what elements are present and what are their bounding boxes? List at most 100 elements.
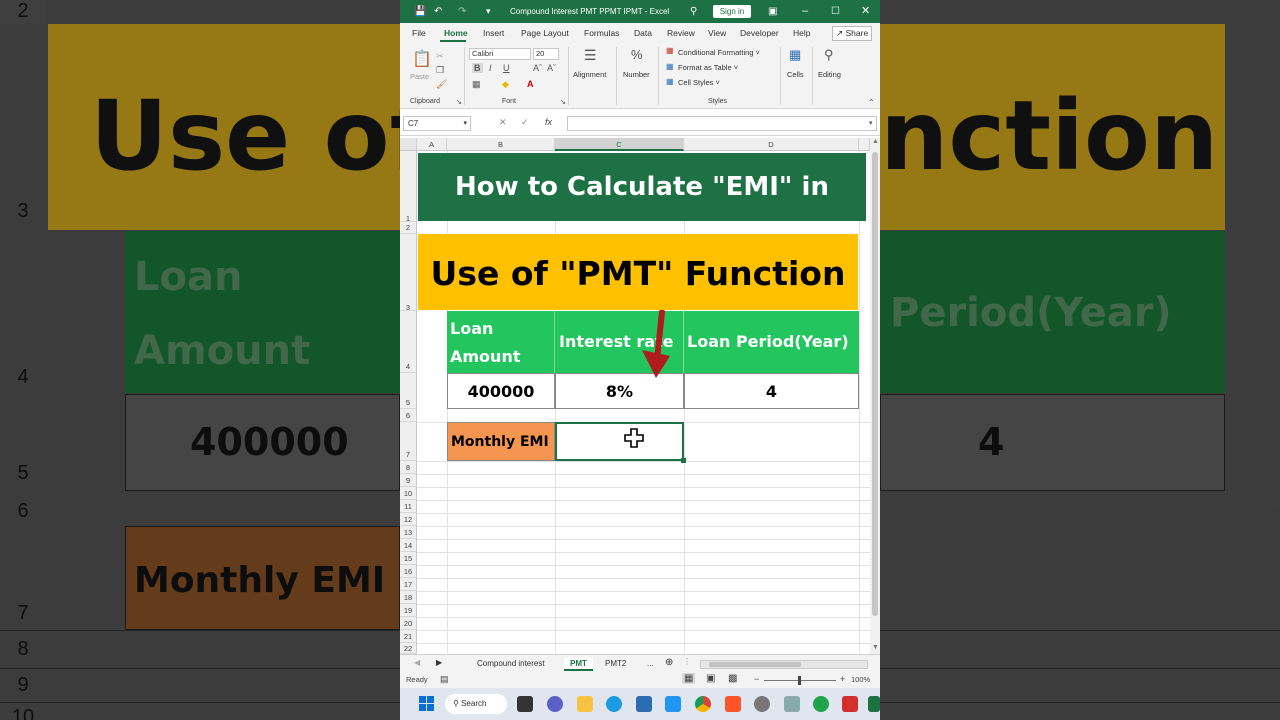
vertical-scrollbar[interactable]: ▲ ▼ bbox=[870, 138, 880, 654]
image-app-icon[interactable] bbox=[784, 696, 800, 712]
row-header[interactable]: 17 bbox=[400, 578, 417, 591]
row-header[interactable]: 6 bbox=[400, 409, 417, 422]
save-icon[interactable]: 💾 bbox=[414, 0, 426, 23]
close-icon[interactable]: ✕ bbox=[861, 0, 870, 23]
expand-formula-icon[interactable]: ▾ bbox=[869, 119, 873, 127]
copy-icon[interactable]: ❐ bbox=[436, 65, 444, 76]
cell-styles-icon[interactable]: ▦ bbox=[666, 77, 674, 86]
alignment-icon[interactable]: ☰ bbox=[584, 47, 597, 64]
cell-styles-button[interactable]: Cell Styles ˅ bbox=[678, 78, 720, 87]
bold-icon[interactable]: B bbox=[472, 63, 483, 73]
zoom-in-icon[interactable]: + bbox=[840, 674, 845, 684]
zoom-out-icon[interactable]: − bbox=[754, 674, 759, 684]
next-sheet-icon[interactable]: ▶ bbox=[436, 658, 442, 667]
conditional-formatting-icon[interactable]: ▦ bbox=[666, 46, 674, 55]
green-app-icon[interactable] bbox=[813, 696, 829, 712]
loan-amount-value[interactable]: 400000 bbox=[447, 373, 555, 409]
zoom-level[interactable]: 100% bbox=[851, 675, 870, 684]
font-size-box[interactable]: 20 bbox=[533, 48, 559, 60]
prev-sheet-icon[interactable]: ◀ bbox=[414, 658, 420, 667]
horizontal-scrollbar[interactable] bbox=[700, 660, 868, 669]
column-header-c[interactable]: C bbox=[555, 138, 684, 151]
red-app-icon[interactable] bbox=[842, 696, 858, 712]
minimize-icon[interactable]: – bbox=[802, 0, 808, 23]
normal-view-icon[interactable]: ▦ bbox=[682, 673, 696, 684]
row-header[interactable]: 21 bbox=[400, 630, 417, 643]
photos-icon[interactable] bbox=[665, 696, 681, 712]
row-header[interactable]: 14 bbox=[400, 539, 417, 552]
row-header[interactable]: 22 bbox=[400, 643, 417, 654]
search-icon[interactable]: ⚲ bbox=[690, 0, 697, 23]
tab-insert[interactable]: Insert bbox=[483, 28, 504, 38]
sheet-tab-pmt2[interactable]: PMT2 bbox=[599, 657, 632, 671]
row-header[interactable]: 4 bbox=[400, 311, 417, 373]
tab-splitter-icon[interactable]: ⋮ bbox=[683, 657, 691, 666]
italic-icon[interactable]: I bbox=[489, 63, 492, 73]
horizontal-scroll-thumb[interactable] bbox=[709, 662, 801, 667]
page-layout-view-icon[interactable]: ▣ bbox=[706, 673, 715, 684]
sheet-subtitle[interactable]: Use of "PMT" Function bbox=[418, 234, 858, 310]
row-header[interactable]: 2 bbox=[400, 222, 417, 234]
zoom-slider-thumb[interactable] bbox=[798, 676, 801, 685]
monthly-emi-label[interactable]: Monthly EMI bbox=[447, 422, 555, 461]
cells-icon[interactable]: ▦ bbox=[789, 47, 801, 63]
font-name-box[interactable]: Calibri bbox=[469, 48, 531, 60]
vertical-scroll-thumb[interactable] bbox=[872, 152, 878, 616]
taskbar-search[interactable]: ⚲ Search bbox=[445, 694, 507, 714]
tab-data[interactable]: Data bbox=[634, 28, 652, 38]
redo-icon[interactable]: ↷ bbox=[458, 0, 466, 23]
tab-review[interactable]: Review bbox=[667, 28, 695, 38]
format-as-table-button[interactable]: Format as Table ˅ bbox=[678, 63, 738, 72]
increase-font-icon[interactable]: Aˆ bbox=[533, 63, 542, 73]
row-header[interactable]: 3 bbox=[400, 234, 417, 312]
conditional-formatting-button[interactable]: Conditional Formatting ˅ bbox=[678, 48, 760, 57]
undo-icon[interactable]: ↶ bbox=[434, 0, 442, 23]
tab-view[interactable]: View bbox=[708, 28, 726, 38]
row-header[interactable]: 16 bbox=[400, 565, 417, 578]
row-header[interactable]: 15 bbox=[400, 552, 417, 565]
name-box-dropdown-icon[interactable]: ▾ bbox=[463, 117, 467, 130]
chat-icon[interactable] bbox=[547, 696, 563, 712]
sheet-tab-compound-interest[interactable]: Compound interest bbox=[471, 657, 551, 671]
cancel-icon[interactable]: ✕ bbox=[499, 117, 507, 128]
tab-page-layout[interactable]: Page Layout bbox=[521, 28, 569, 38]
start-icon[interactable] bbox=[419, 696, 435, 712]
row-header[interactable]: 9 bbox=[400, 474, 417, 487]
name-box[interactable]: C7 ▾ bbox=[403, 116, 471, 131]
customize-toolbar-icon[interactable]: ▾ bbox=[486, 0, 491, 23]
underline-icon[interactable]: U bbox=[503, 63, 510, 73]
tab-formulas[interactable]: Formulas bbox=[584, 28, 619, 38]
tab-developer[interactable]: Developer bbox=[740, 28, 779, 38]
ribbon-display-icon[interactable]: ▣ bbox=[768, 0, 777, 23]
accessibility-icon[interactable]: ▤ bbox=[440, 674, 449, 685]
store-icon[interactable] bbox=[636, 696, 652, 712]
paste-icon[interactable]: 📋 bbox=[412, 49, 432, 69]
row-header[interactable]: 11 bbox=[400, 500, 417, 513]
font-launcher-icon[interactable]: ↘ bbox=[560, 98, 566, 106]
tab-file[interactable]: File bbox=[412, 28, 426, 38]
settings-icon[interactable] bbox=[754, 696, 770, 712]
header-loan-period[interactable]: Loan Period(Year) bbox=[684, 311, 859, 373]
excel-taskbar-icon[interactable] bbox=[868, 696, 880, 712]
row-header[interactable]: 13 bbox=[400, 526, 417, 539]
worksheet-grid[interactable]: A B C D 1 2 3 4 5 6 7 8 9 10 11 12 13 14… bbox=[400, 138, 870, 654]
row-header[interactable]: 12 bbox=[400, 513, 417, 526]
scroll-down-icon[interactable]: ▼ bbox=[872, 644, 879, 651]
row-header[interactable]: 7 bbox=[400, 422, 417, 461]
decrease-font-icon[interactable]: Aˇ bbox=[547, 63, 556, 73]
task-view-icon[interactable] bbox=[517, 696, 533, 712]
borders-icon[interactable]: ▦ bbox=[472, 79, 481, 90]
formula-input[interactable] bbox=[567, 116, 877, 131]
column-header-d[interactable]: D bbox=[684, 138, 859, 151]
font-color-icon[interactable]: A bbox=[527, 79, 534, 89]
format-painter-icon[interactable]: 🖌 bbox=[436, 79, 447, 90]
more-sheets-button[interactable]: ... bbox=[641, 657, 660, 671]
edge-icon[interactable] bbox=[606, 696, 622, 712]
add-sheet-icon[interactable]: ⊕ bbox=[665, 657, 673, 668]
tab-help[interactable]: Help bbox=[793, 28, 810, 38]
scroll-up-icon[interactable]: ▲ bbox=[872, 138, 879, 145]
enter-icon[interactable]: ✓ bbox=[521, 117, 529, 128]
sheet-title[interactable]: How to Calculate "EMI" in Excel bbox=[418, 153, 866, 270]
zoom-slider[interactable] bbox=[764, 676, 836, 685]
file-explorer-icon[interactable] bbox=[577, 696, 593, 712]
